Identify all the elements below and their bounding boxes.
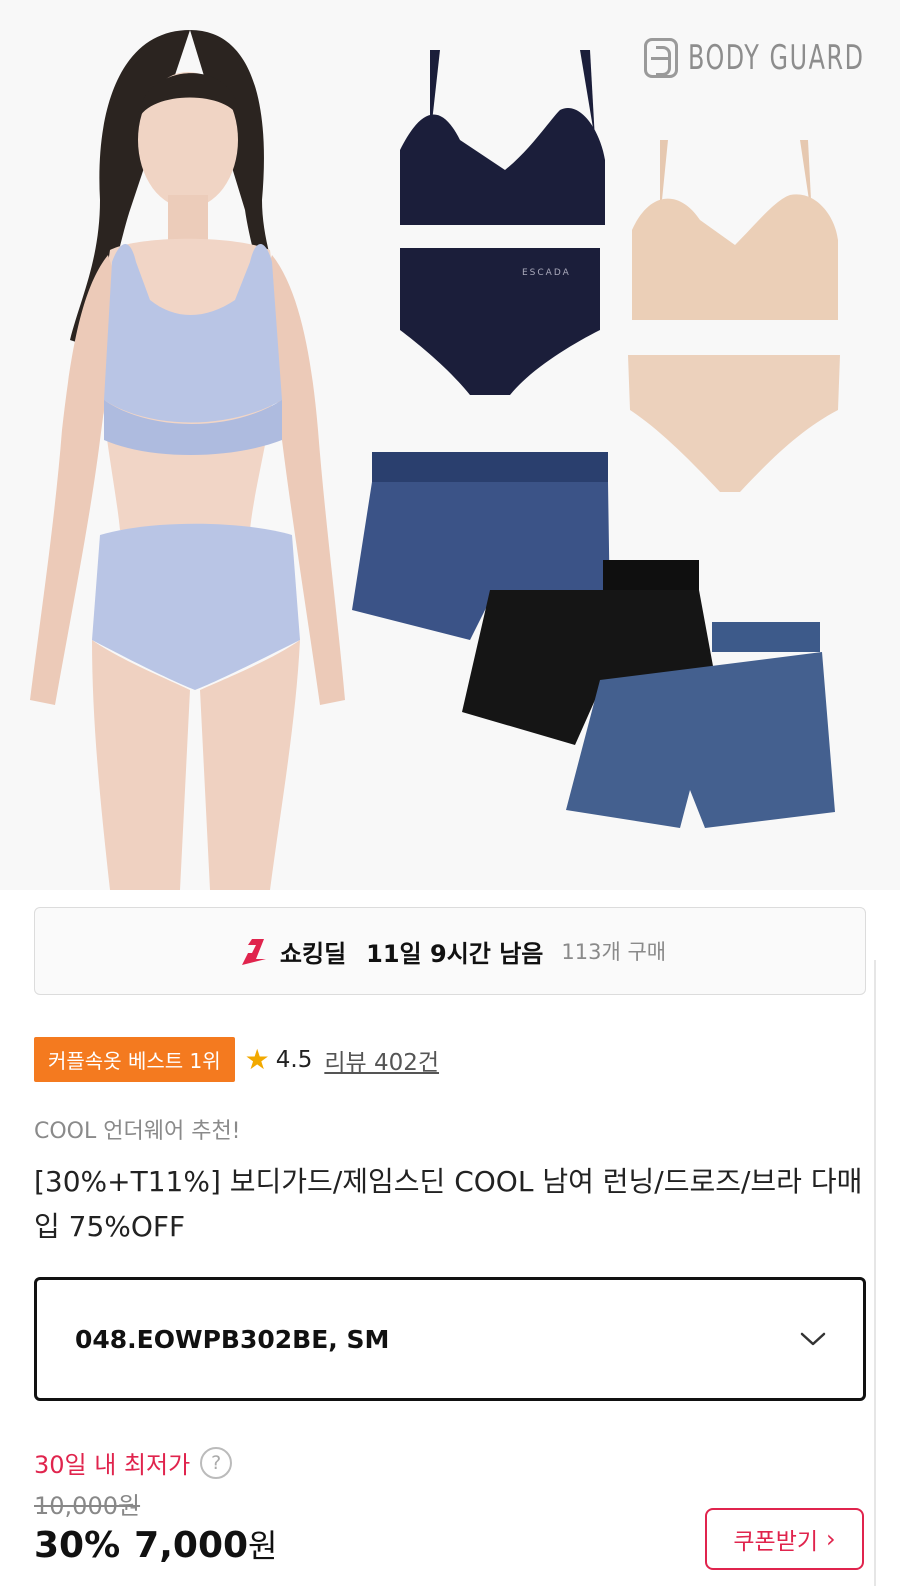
brand-logo-icon (644, 38, 678, 78)
sale-price-row: 30% 7,000원 (34, 1521, 278, 1567)
discount-rate: 30% (34, 1525, 121, 1566)
help-icon[interactable]: ? (200, 1446, 233, 1479)
product-illustration: ESCADA (30, 30, 840, 890)
option-select[interactable]: 048.EOWPB302BE, SM (34, 1277, 866, 1401)
beige-bra (632, 140, 838, 320)
deal-label: 쇼킹딜 (279, 939, 347, 968)
brand-logo: BODY GUARD (644, 38, 900, 78)
svg-text:ESCADA: ESCADA (522, 268, 571, 278)
rank-rating-row: 커플속옷 베스트 1위 ★ 4.5 리뷰 402건 (34, 1037, 439, 1082)
product-subtitle: COOL 언더웨어 추천! (34, 1119, 241, 1144)
navy-brief: ESCADA (400, 248, 600, 395)
lowest-price-row: 30일 내 최저가 ? (34, 1445, 233, 1480)
scrollbar-track[interactable] (874, 960, 876, 1586)
model-figure (30, 30, 345, 890)
coupon-label: 쿠폰받기 (733, 1529, 819, 1555)
beige-brief (628, 355, 840, 492)
lowest-price-label: 30일 내 최저가 (34, 1451, 191, 1479)
product-hero-image: ESCADA BODY GUARD (0, 0, 900, 890)
purchase-count: 113개 구매 (561, 940, 667, 964)
sale-price-amount: 7,000 (134, 1525, 249, 1566)
brand-name: BODY GUARD (688, 38, 865, 78)
deal-time-left: 11일 9시간 남음 (366, 939, 544, 968)
chevron-right-icon: › (826, 1525, 836, 1553)
rating-value: 4.5 (275, 1046, 313, 1073)
star-icon: ★ (244, 1042, 270, 1076)
review-count-link[interactable]: 리뷰 402건 (324, 1043, 439, 1077)
product-title: [30%+T11%] 보디가드/제임스딘 COOL 남여 런닝/드로즈/브라 다… (34, 1165, 863, 1243)
deal-lightning-icon (237, 939, 266, 965)
navy-bra (400, 50, 605, 225)
sale-price: 7,000원 (134, 1521, 277, 1567)
shocking-deal-banner[interactable]: 쇼킹딜 11일 9시간 남음 113개 구매 (34, 907, 866, 995)
get-coupon-button[interactable]: 쿠폰받기 › (705, 1508, 864, 1570)
chevron-down-icon (800, 1332, 826, 1346)
selected-option: 048.EOWPB302BE, SM (75, 1324, 390, 1354)
original-price: 10,000원 (34, 1492, 141, 1520)
sale-price-currency: 원 (248, 1527, 278, 1565)
best-rank-badge[interactable]: 커플속옷 베스트 1위 (34, 1037, 235, 1082)
